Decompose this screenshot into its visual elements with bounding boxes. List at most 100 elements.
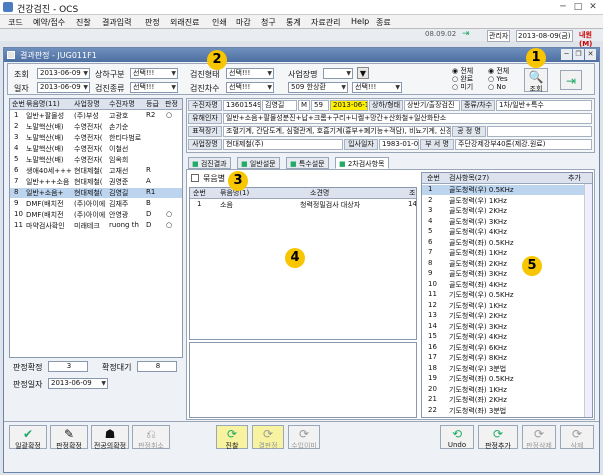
table-row[interactable]: 11 마약검사확인 미래테크 ruong th D ○ bbox=[10, 221, 182, 231]
radio-all[interactable]: ◉ 전체 bbox=[452, 67, 488, 75]
items-col-name[interactable]: 검사항목(27) bbox=[449, 173, 489, 183]
filter-icon[interactable]: ▼ bbox=[357, 67, 369, 79]
menu-item-code[interactable]: 코드 bbox=[8, 17, 23, 28]
col-grade[interactable]: 등급 bbox=[146, 99, 159, 109]
inner-minimize-button[interactable]: ─ bbox=[561, 49, 572, 60]
radio-done[interactable]: ○ 완료 bbox=[452, 75, 488, 83]
list-item[interactable]: 7 골도청력(좌) 1KHz bbox=[422, 248, 592, 258]
result-judge-button[interactable]: ⟳ 결판정 bbox=[252, 425, 284, 450]
col-seq[interactable]: 순번 bbox=[12, 99, 25, 109]
list-item[interactable]: 22 기도청력(좌) 3분법 bbox=[422, 406, 592, 416]
list-item[interactable]: 1 골도청력(우) 0.5KHz bbox=[422, 185, 592, 195]
undo-button[interactable]: ⟲ Undo bbox=[440, 425, 474, 449]
table-row[interactable]: 1 일반+팔몰성 (주)부성 고광호 R2 ○ bbox=[10, 111, 182, 121]
table-row[interactable]: 5 노말핵산(배) 수영전자(임옥희 bbox=[10, 155, 182, 165]
list-item[interactable]: 18 기도청력(우) 3분법 bbox=[422, 364, 592, 374]
items-scrollbar[interactable] bbox=[584, 184, 592, 417]
exam-type-select[interactable]: 선택!!! bbox=[226, 68, 274, 79]
list-item[interactable]: 8 골도청력(좌) 2KHz bbox=[422, 259, 592, 269]
items-col-add[interactable]: 추가 bbox=[568, 173, 581, 183]
table-row[interactable]: 10 DMF(배치전 (주)아이에 안영광 D ○ bbox=[10, 210, 182, 220]
exam-button[interactable]: ⟳ 진찰 bbox=[216, 425, 248, 450]
bundle-col-extra[interactable]: 조 bbox=[409, 188, 415, 198]
table-row[interactable]: 8 일반+소음+ 현대제철(김영길 R1 bbox=[10, 188, 182, 198]
menu-item-outpatient[interactable]: 외래진료 bbox=[170, 17, 199, 28]
site-select[interactable]: 509 한상환 bbox=[288, 82, 348, 93]
menu-item-data[interactable]: 자료관리 bbox=[311, 17, 340, 28]
list-item[interactable]: 2 골도청력(우) 1KHz bbox=[422, 196, 592, 206]
menu-item-exam[interactable]: 진찰 bbox=[76, 17, 91, 28]
list-item[interactable]: 21 기도청력(좌) 2KHz bbox=[422, 395, 592, 405]
list-item[interactable]: 5 골도청력(우) 4KHz bbox=[422, 227, 592, 237]
inquiry-date-field[interactable]: 2013-06-09 bbox=[37, 68, 90, 79]
col-patient[interactable]: 수진자명 bbox=[109, 99, 135, 109]
list-item[interactable]: 19 기도청력(좌) 0.5KHz bbox=[422, 374, 592, 384]
menu-item-exit[interactable]: 종료 bbox=[376, 17, 391, 28]
col-bundle[interactable]: 묶음명(11) bbox=[26, 99, 60, 109]
inner-restore-button[interactable]: ❐ bbox=[573, 49, 584, 60]
site2-select[interactable]: 선택!!! bbox=[352, 82, 402, 93]
exit-button[interactable]: ⇥ bbox=[560, 70, 582, 90]
round-select[interactable]: 선택!!! bbox=[226, 82, 274, 93]
half-select[interactable]: 선택!!! bbox=[130, 68, 178, 79]
maximize-button[interactable]: □ bbox=[571, 1, 585, 13]
inner-close-button[interactable]: ✕ bbox=[585, 49, 596, 60]
exam-kind-select[interactable]: 선택!!! bbox=[130, 82, 178, 93]
list-item[interactable]: 20 기도청력(좌) 1KHz bbox=[422, 385, 592, 395]
tab-second-exam[interactable]: ■ 2차검사항목 bbox=[335, 157, 389, 169]
list-item[interactable]: 13 기도청력(우) 2KHz bbox=[422, 311, 592, 321]
menu-item-stats[interactable]: 통계 bbox=[286, 17, 301, 28]
date-field[interactable]: 2013-06-09 bbox=[37, 82, 90, 93]
table-row[interactable]: 1 소음 청력정밀검사 대상자 14 bbox=[190, 200, 416, 210]
list-item[interactable]: 10 골도청력(좌) 4KHz bbox=[422, 280, 592, 290]
menu-item-result[interactable]: 결과입력 bbox=[102, 17, 131, 28]
table-row[interactable]: 2 노말핵산(배) 수영전자(손기순 bbox=[10, 122, 182, 132]
menu-item-print[interactable]: 인쇄 bbox=[212, 17, 227, 28]
delete-button[interactable]: ⟳ 삭제 bbox=[560, 425, 594, 450]
col-company[interactable]: 사업장명 bbox=[74, 99, 100, 109]
bundle-memo[interactable] bbox=[189, 342, 417, 418]
bundle-col-finding[interactable]: 소견명 bbox=[310, 188, 329, 198]
list-item[interactable]: 14 기도청력(우) 3KHz bbox=[422, 322, 592, 332]
table-row[interactable]: 6 생애40세+++ 현대제철(고재선 R bbox=[10, 166, 182, 176]
menu-item-help[interactable]: Help bbox=[351, 17, 369, 26]
tab-exam-result[interactable]: ■ 검진결과 bbox=[188, 157, 231, 169]
list-item[interactable]: 9 골도청력(좌) 3KHz bbox=[422, 269, 592, 279]
table-row[interactable]: 4 노말핵산(배) 수영전자(이철선 bbox=[10, 144, 182, 154]
list-item[interactable]: 17 기도청력(우) 8KHz bbox=[422, 353, 592, 363]
col-judge[interactable]: 판정 bbox=[165, 99, 178, 109]
minimize-button[interactable]: ─ bbox=[556, 1, 570, 13]
close-button[interactable]: ✕ bbox=[586, 1, 600, 13]
door-icon[interactable]: ⇥ bbox=[462, 29, 470, 39]
radio-no[interactable]: ○ No bbox=[488, 83, 524, 91]
import-image-button[interactable]: ⟳ 수입이미 bbox=[288, 425, 320, 450]
menu-item-judge[interactable]: 판정 bbox=[145, 17, 160, 28]
company-select[interactable] bbox=[323, 68, 353, 79]
radio-yes[interactable]: ○ Yes bbox=[488, 75, 524, 83]
bulk-confirm-button[interactable]: ✔ 일괄확정 bbox=[9, 425, 47, 450]
list-item[interactable]: 16 기도청력(우) 6KHz bbox=[422, 343, 592, 353]
list-item[interactable]: 15 기도청력(우) 4KHz bbox=[422, 332, 592, 342]
items-col-seq[interactable]: 순번 bbox=[427, 173, 440, 183]
bundle-col-seq[interactable]: 순번 bbox=[193, 188, 206, 198]
table-row[interactable]: 9 DMF(배치전 (주)아이에 김재주 B bbox=[10, 199, 182, 209]
tab-special-survey[interactable]: ■ 특수설문 bbox=[286, 157, 329, 169]
bundle-checkbox[interactable] bbox=[191, 174, 199, 182]
table-row[interactable]: 3 노말핵산(배) 수영전자(한티다범로 bbox=[10, 133, 182, 143]
search-button[interactable]: 🔍 조회 bbox=[524, 68, 548, 93]
menu-item-close[interactable]: 마감 bbox=[236, 17, 251, 28]
judge-confirm-button[interactable]: ✎ 판정확정 bbox=[50, 425, 88, 450]
radio-all2[interactable]: ◉ 전체 bbox=[488, 67, 524, 75]
judge-add-button[interactable]: ⟳ 판정추가 bbox=[478, 425, 518, 450]
list-item[interactable]: 3 골도청력(우) 2KHz bbox=[422, 206, 592, 216]
list-item[interactable]: 4 골도청력(우) 3KHz bbox=[422, 217, 592, 227]
menu-item-reception[interactable]: 예약/접수 bbox=[33, 17, 65, 28]
list-item[interactable]: 12 기도청력(우) 1KHz bbox=[422, 301, 592, 311]
radio-pending[interactable]: ○ 미기 bbox=[452, 83, 488, 91]
list-item[interactable]: 11 기도청력(우) 0.5KHz bbox=[422, 290, 592, 300]
resident-confirm-button[interactable]: ☗ 전공의확정 bbox=[91, 425, 129, 450]
table-row[interactable]: 7 일반+++소음 현대제철(권영준 A bbox=[10, 177, 182, 187]
menu-item-claim[interactable]: 청구 bbox=[261, 17, 276, 28]
judge-date-field[interactable]: 2013-06-09 bbox=[48, 378, 108, 389]
judge-cancel-button[interactable]: ⎌ 판정취소 bbox=[132, 425, 170, 450]
